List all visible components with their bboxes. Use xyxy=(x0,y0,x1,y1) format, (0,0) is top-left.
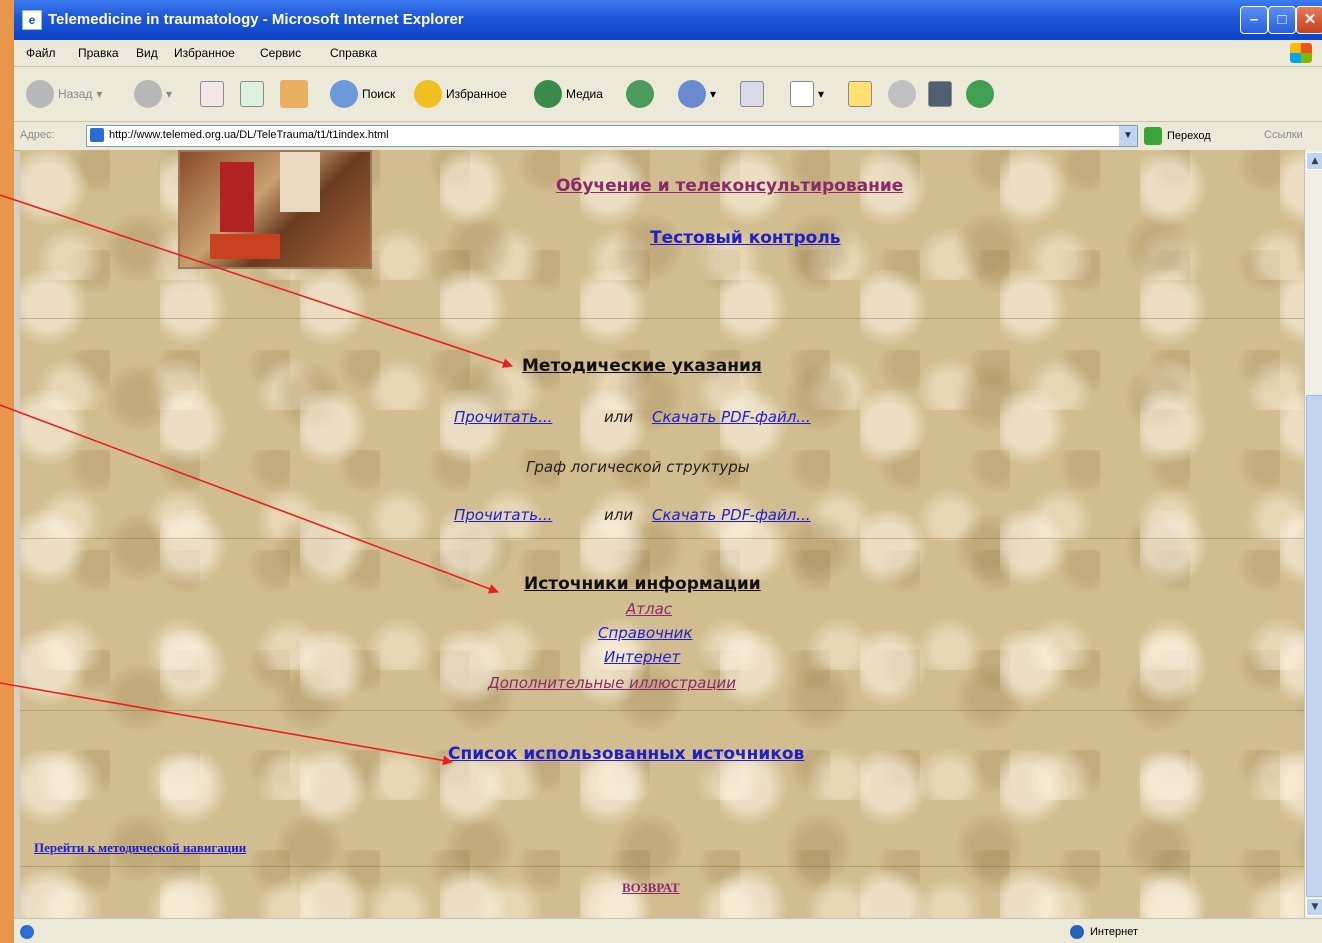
browser-window: e Telemedicine in traumatology - Microso… xyxy=(14,0,1322,943)
close-button[interactable]: ✕ xyxy=(1296,6,1322,34)
back-arrow-icon xyxy=(26,80,54,108)
link-download-pdf-1[interactable]: Скачать PDF-файл... xyxy=(652,408,811,426)
status-bar: Интернет xyxy=(14,918,1322,943)
security-zone: Интернет xyxy=(1070,925,1138,939)
stop-button[interactable] xyxy=(200,79,224,109)
research-button[interactable] xyxy=(928,79,952,109)
address-bar: Адрес: http://www.telemed.org.ua/DL/Tele… xyxy=(14,122,1322,151)
media-icon xyxy=(534,80,562,108)
link-back[interactable]: ВОЗВРАТ xyxy=(622,880,680,896)
research-icon xyxy=(928,81,952,107)
menu-bar: Файл Правка Вид Избранное Сервис Справка xyxy=(14,40,1322,67)
address-label: Адрес: xyxy=(20,129,55,141)
menu-edit[interactable]: Правка xyxy=(78,46,119,60)
scrollbar-thumb[interactable] xyxy=(1306,395,1322,897)
ie-app-icon: e xyxy=(22,10,42,30)
media-button[interactable]: Медиа xyxy=(534,79,603,109)
page-icon xyxy=(90,128,104,142)
standard-toolbar: Назад ▾ ▾ Поиск Избранное Медиа ▾ ▾ xyxy=(14,67,1322,122)
divider xyxy=(20,866,1304,867)
address-dropdown-icon[interactable]: ▼ xyxy=(1119,126,1137,146)
link-reference[interactable]: Справочник xyxy=(598,624,693,642)
minimize-button[interactable]: – xyxy=(1240,6,1268,34)
title-bar: e Telemedicine in traumatology - Microso… xyxy=(14,0,1322,40)
note-icon xyxy=(848,81,872,107)
menu-file[interactable]: Файл xyxy=(26,46,56,60)
heading-sources: Источники информации xyxy=(524,574,761,594)
notes-button[interactable] xyxy=(848,79,872,109)
illustration-image xyxy=(178,150,372,269)
divider xyxy=(20,318,1304,319)
edit-button[interactable]: ▾ xyxy=(790,79,824,109)
maximize-button[interactable]: □ xyxy=(1268,6,1296,34)
star-icon xyxy=(414,80,442,108)
globe-icon xyxy=(1070,925,1084,939)
discuss-button[interactable] xyxy=(888,79,916,109)
home-icon xyxy=(280,80,308,108)
favorites-button[interactable]: Избранное xyxy=(414,79,507,109)
print-button[interactable] xyxy=(740,79,764,109)
link-internet[interactable]: Интернет xyxy=(604,648,680,666)
link-training[interactable]: Обучение и телеконсультирование xyxy=(556,176,903,196)
link-read-1[interactable]: Прочитать... xyxy=(454,408,552,426)
link-atlas[interactable]: Атлас xyxy=(626,600,672,618)
search-icon xyxy=(330,80,358,108)
discuss-icon xyxy=(888,80,916,108)
menu-help[interactable]: Справка xyxy=(330,46,377,60)
windows-logo-icon xyxy=(1290,43,1312,63)
home-button[interactable] xyxy=(280,79,308,109)
forward-arrow-icon xyxy=(134,80,162,108)
divider xyxy=(20,710,1304,711)
heading-methodical: Методические указания xyxy=(522,356,762,376)
scroll-up-icon[interactable]: ▲ xyxy=(1306,152,1322,170)
divider xyxy=(20,538,1304,539)
link-additional-illustrations[interactable]: Дополнительные иллюстрации xyxy=(488,674,736,692)
link-read-2[interactable]: Прочитать... xyxy=(454,506,552,524)
or-text-2: или xyxy=(604,506,634,524)
forward-button[interactable]: ▾ xyxy=(134,79,172,109)
mail-button[interactable]: ▾ xyxy=(678,79,716,109)
address-url: http://www.telemed.org.ua/DL/TeleTrauma/… xyxy=(109,129,389,141)
back-button[interactable]: Назад ▾ xyxy=(26,79,102,109)
history-icon xyxy=(626,80,654,108)
graph-structure-label: Граф логической структуры xyxy=(526,458,750,476)
vertical-scrollbar[interactable]: ▲ ▼ xyxy=(1304,150,1322,918)
menu-favorites[interactable]: Избранное xyxy=(174,46,235,60)
page-status-icon xyxy=(20,925,34,939)
or-text-1: или xyxy=(604,408,634,426)
refresh-icon xyxy=(240,81,264,107)
messenger-icon xyxy=(966,80,994,108)
address-input[interactable]: http://www.telemed.org.ua/DL/TeleTrauma/… xyxy=(86,125,1138,147)
stop-icon xyxy=(200,81,224,107)
messenger-button[interactable] xyxy=(966,79,994,109)
menu-tools[interactable]: Сервис xyxy=(260,46,301,60)
link-methodical-navigation[interactable]: Перейти к методической навигации xyxy=(34,840,246,856)
history-button[interactable] xyxy=(626,79,654,109)
edit-page-icon xyxy=(790,81,814,107)
link-test-control[interactable]: Тестовый контроль xyxy=(650,228,841,248)
links-toolbar[interactable]: Ссылки xyxy=(1264,129,1303,141)
search-button[interactable]: Поиск xyxy=(330,79,395,109)
mail-icon xyxy=(678,80,706,108)
page-content: Обучение и телеконсультирование Тестовый… xyxy=(20,150,1304,918)
scroll-down-icon[interactable]: ▼ xyxy=(1306,898,1322,916)
go-button[interactable]: Переход xyxy=(1144,127,1211,145)
menu-view[interactable]: Вид xyxy=(136,46,158,60)
link-download-pdf-2[interactable]: Скачать PDF-файл... xyxy=(652,506,811,524)
refresh-button[interactable] xyxy=(240,79,264,109)
go-arrow-icon xyxy=(1144,127,1162,145)
link-bibliography[interactable]: Список использованных источников xyxy=(448,744,804,764)
printer-icon xyxy=(740,81,764,107)
window-title: Telemedicine in traumatology - Microsoft… xyxy=(48,11,464,28)
